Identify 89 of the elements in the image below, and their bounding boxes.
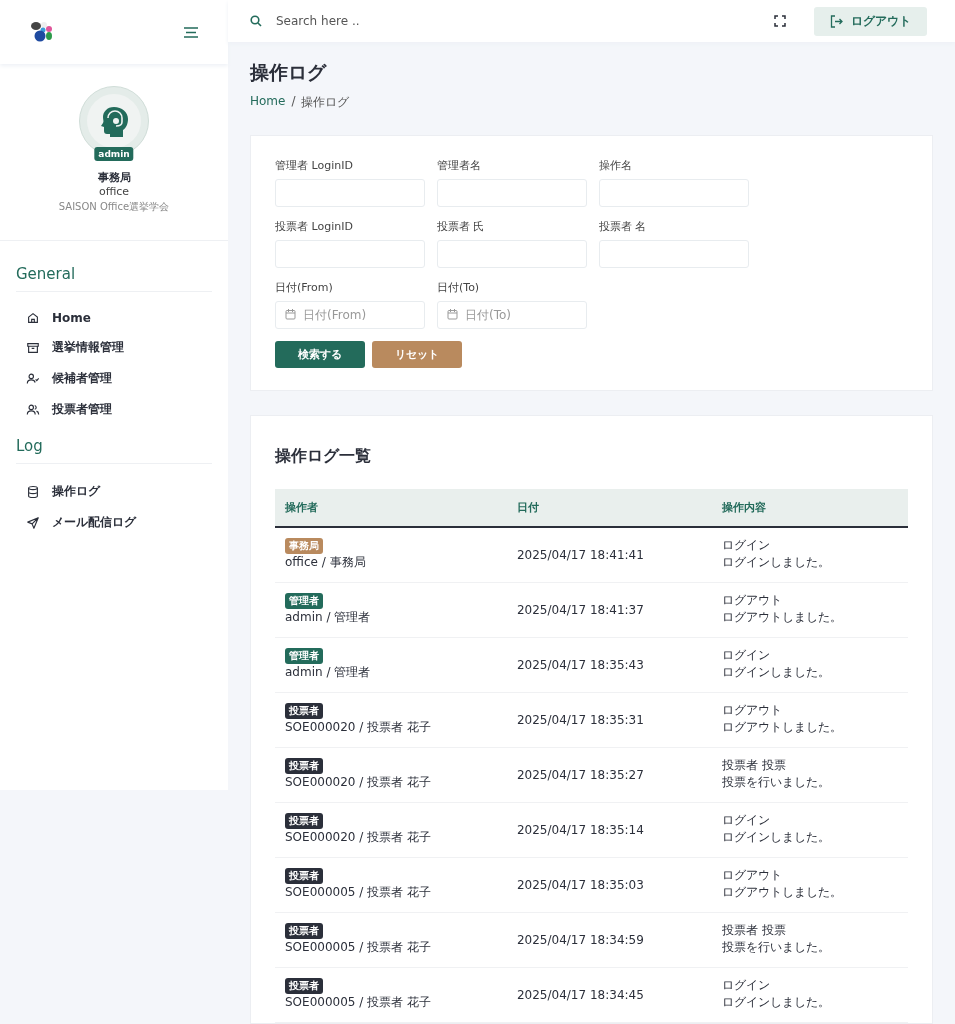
action-name: ログイン [722,537,772,554]
role-badge: admin [94,147,134,161]
role-tag: 投票者 [285,813,323,829]
column-header: 日付 [506,489,713,527]
role-tag: 投票者 [285,923,323,939]
action-name: ログアウト [722,592,784,609]
action-name: ログアウト [722,867,784,884]
operator-name: SOE000005 / 投票者 花子 [285,939,432,956]
action-detail: ログインしました。 [722,664,832,681]
nav-item[interactable]: 選挙情報管理 [16,332,212,363]
operator-name: SOE000020 / 投票者 花子 [285,774,432,791]
table-title: 操作ログ一覧 [275,446,372,467]
nav-item[interactable]: メール配信ログ [16,507,212,538]
operator-name: SOE000005 / 投票者 花子 [285,994,432,1011]
fullscreen-icon[interactable] [774,15,786,27]
user-name: 事務局 [97,170,131,185]
table-cell: 2025/04/17 18:35:03 [506,857,713,913]
user-check-icon [26,371,40,386]
field-label: 日付(From) [275,280,334,295]
field-label: 投票者 LoginID [275,219,354,234]
section-title: General [16,265,212,292]
support-agent-icon [99,105,129,137]
field-label: 操作名 [599,158,633,173]
archive-icon [26,340,40,355]
role-tag: 投票者 [285,758,323,774]
date-field[interactable]: 日付(From) [275,301,425,329]
field-label: 日付(To) [437,280,481,295]
role-tag: 管理者 [285,648,323,664]
action-detail: 投票を行いました。 [722,774,832,791]
operator-name: admin / 管理者 [285,609,372,626]
breadcrumb-separator: / [291,94,296,110]
logo-icon[interactable] [30,21,54,43]
column-header: 操作者 [275,489,507,527]
action-detail: ログアウトしました。 [722,884,844,901]
action-detail: ログアウトしました。 [722,719,844,736]
action-name: 投票者 投票 [722,922,788,939]
breadcrumb-current: 操作ログ [301,94,350,111]
action-detail: 投票を行いました。 [722,939,832,956]
table-cell: 2025/04/17 18:35:27 [506,747,713,803]
page-title: 操作ログ [250,60,328,85]
users-icon [26,402,40,417]
nav-item[interactable]: Home [16,304,212,332]
action-detail: ログインしました。 [722,829,832,846]
search-icon[interactable] [250,15,262,27]
paper-plane-icon [26,515,40,530]
role-tag: 投票者 [285,703,323,719]
role-tag: 管理者 [285,593,323,609]
menu-icon[interactable] [184,26,198,38]
action-name: ログアウト [722,702,784,719]
table-cell: 2025/04/17 18:35:31 [506,692,713,748]
action-name: ログイン [722,977,772,994]
organization-name: SAISON Office選挙学会 [58,200,170,214]
table-cell: 2025/04/17 18:41:37 [506,582,713,638]
operator-name: office / 事務局 [285,554,367,571]
date-field[interactable]: 日付(To) [437,301,587,329]
nav-item[interactable]: 投票者管理 [16,394,212,425]
section-title: Log [16,437,212,464]
database-icon [26,484,40,499]
action-name: 投票者 投票 [722,757,788,774]
action-detail: ログインしました。 [722,994,832,1011]
operator-name: SOE000005 / 投票者 花子 [285,884,432,901]
field-label: 管理者 LoginID [275,158,354,173]
column-header: 操作内容 [712,489,908,527]
action-name: ログイン [722,812,772,829]
role-tag: 投票者 [285,868,323,884]
action-detail: ログインしました。 [722,554,832,571]
operator-name: SOE000020 / 投票者 花子 [285,829,432,846]
nav-item[interactable]: 操作ログ [16,476,212,507]
operator-name: admin / 管理者 [285,664,372,681]
home-icon [26,311,40,325]
logout-button[interactable]: ログアウト [814,6,927,36]
action-name: ログイン [722,647,772,664]
user-login: office [98,185,130,198]
field-label: 投票者 名 [599,219,648,234]
table-cell: 2025/04/17 18:41:41 [506,527,713,583]
nav-item[interactable]: 候補者管理 [16,363,212,394]
field-label: 管理者名 [437,158,482,173]
breadcrumb-link[interactable]: Home [250,94,286,111]
role-tag: 事務局 [285,538,323,554]
logout-icon [830,14,843,28]
table-cell: 2025/04/17 18:34:59 [506,912,713,968]
search-button[interactable]: 検索する [275,341,365,368]
table-cell: 2025/04/17 18:35:43 [506,637,713,693]
field-label: 投票者 氏 [437,219,486,234]
table-cell: 2025/04/17 18:34:45 [506,967,713,1023]
action-detail: ログアウトしました。 [722,609,844,626]
operator-name: SOE000020 / 投票者 花子 [285,719,432,736]
role-tag: 投票者 [285,978,323,994]
table-cell: 2025/04/17 18:35:14 [506,802,713,858]
